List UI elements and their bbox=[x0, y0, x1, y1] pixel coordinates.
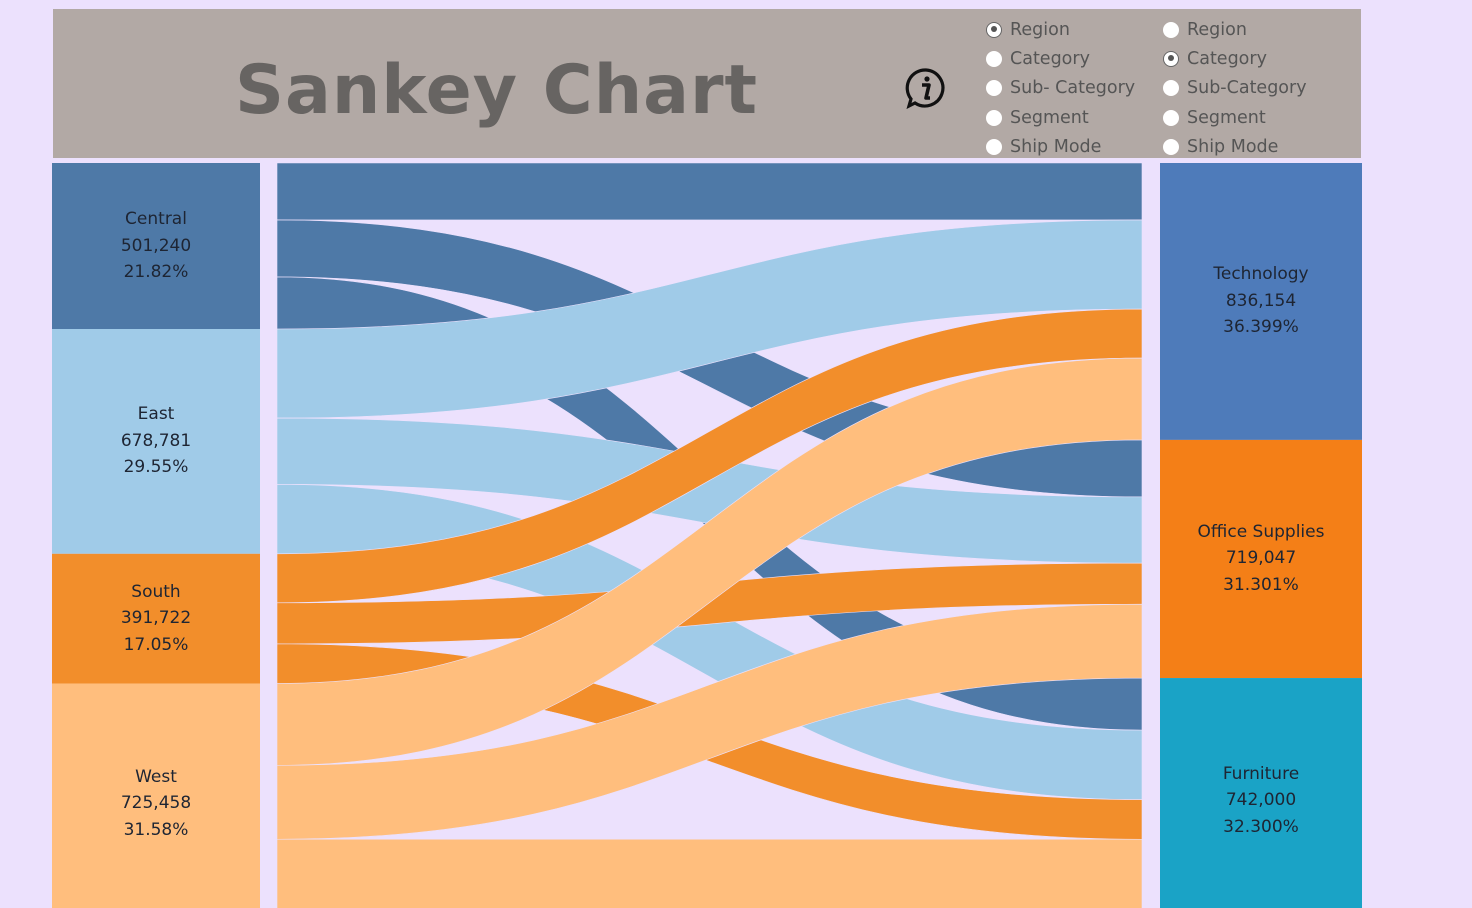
node-value-label: 725,458 bbox=[120, 793, 192, 814]
target-node-label-furniture: Furniture 742,000 32.300% bbox=[1160, 761, 1362, 841]
source-node-label-central: Central 501,240 21.82% bbox=[52, 206, 260, 286]
node-pct-label: 17.05% bbox=[123, 634, 189, 655]
source-node-label-west: West 725,458 31.58% bbox=[52, 764, 260, 844]
node-name: Technology bbox=[1213, 264, 1309, 285]
node-name: West bbox=[135, 766, 177, 787]
source-node-label-south: South 391,722 17.05% bbox=[52, 579, 260, 659]
flow-west-to-furniture[interactable] bbox=[276, 838, 1143, 908]
node-pct-label: 21.82% bbox=[123, 262, 189, 282]
node-pct-label: 31.301% bbox=[1223, 574, 1299, 595]
node-name: Office Supplies bbox=[1197, 521, 1325, 542]
node-value-label: 678,781 bbox=[120, 430, 192, 451]
node-pct-label: 31.58% bbox=[123, 819, 189, 840]
node-name: East bbox=[137, 404, 175, 425]
target-node-label-technology: Technology 836,154 36.399% bbox=[1160, 261, 1362, 341]
source-node-label-east: East 678,781 29.55% bbox=[52, 401, 260, 481]
node-name: Central bbox=[125, 209, 187, 229]
node-pct-label: 32.300% bbox=[1223, 816, 1299, 837]
target-node-label-office-supplies: Office Supplies 719,047 31.301% bbox=[1160, 519, 1362, 599]
node-pct-label: 36.399% bbox=[1223, 317, 1299, 338]
flow-central-to-technology[interactable] bbox=[276, 162, 1143, 221]
node-value-label: 742,000 bbox=[1225, 790, 1297, 811]
node-value-label: 391,722 bbox=[120, 608, 192, 629]
node-name: South bbox=[131, 581, 181, 602]
node-value-label: 501,240 bbox=[120, 235, 192, 256]
node-value-label: 719,047 bbox=[1225, 548, 1297, 569]
node-pct-label: 29.55% bbox=[123, 457, 189, 478]
node-value-label: 836,154 bbox=[1225, 290, 1297, 311]
node-name: Furniture bbox=[1222, 763, 1300, 784]
